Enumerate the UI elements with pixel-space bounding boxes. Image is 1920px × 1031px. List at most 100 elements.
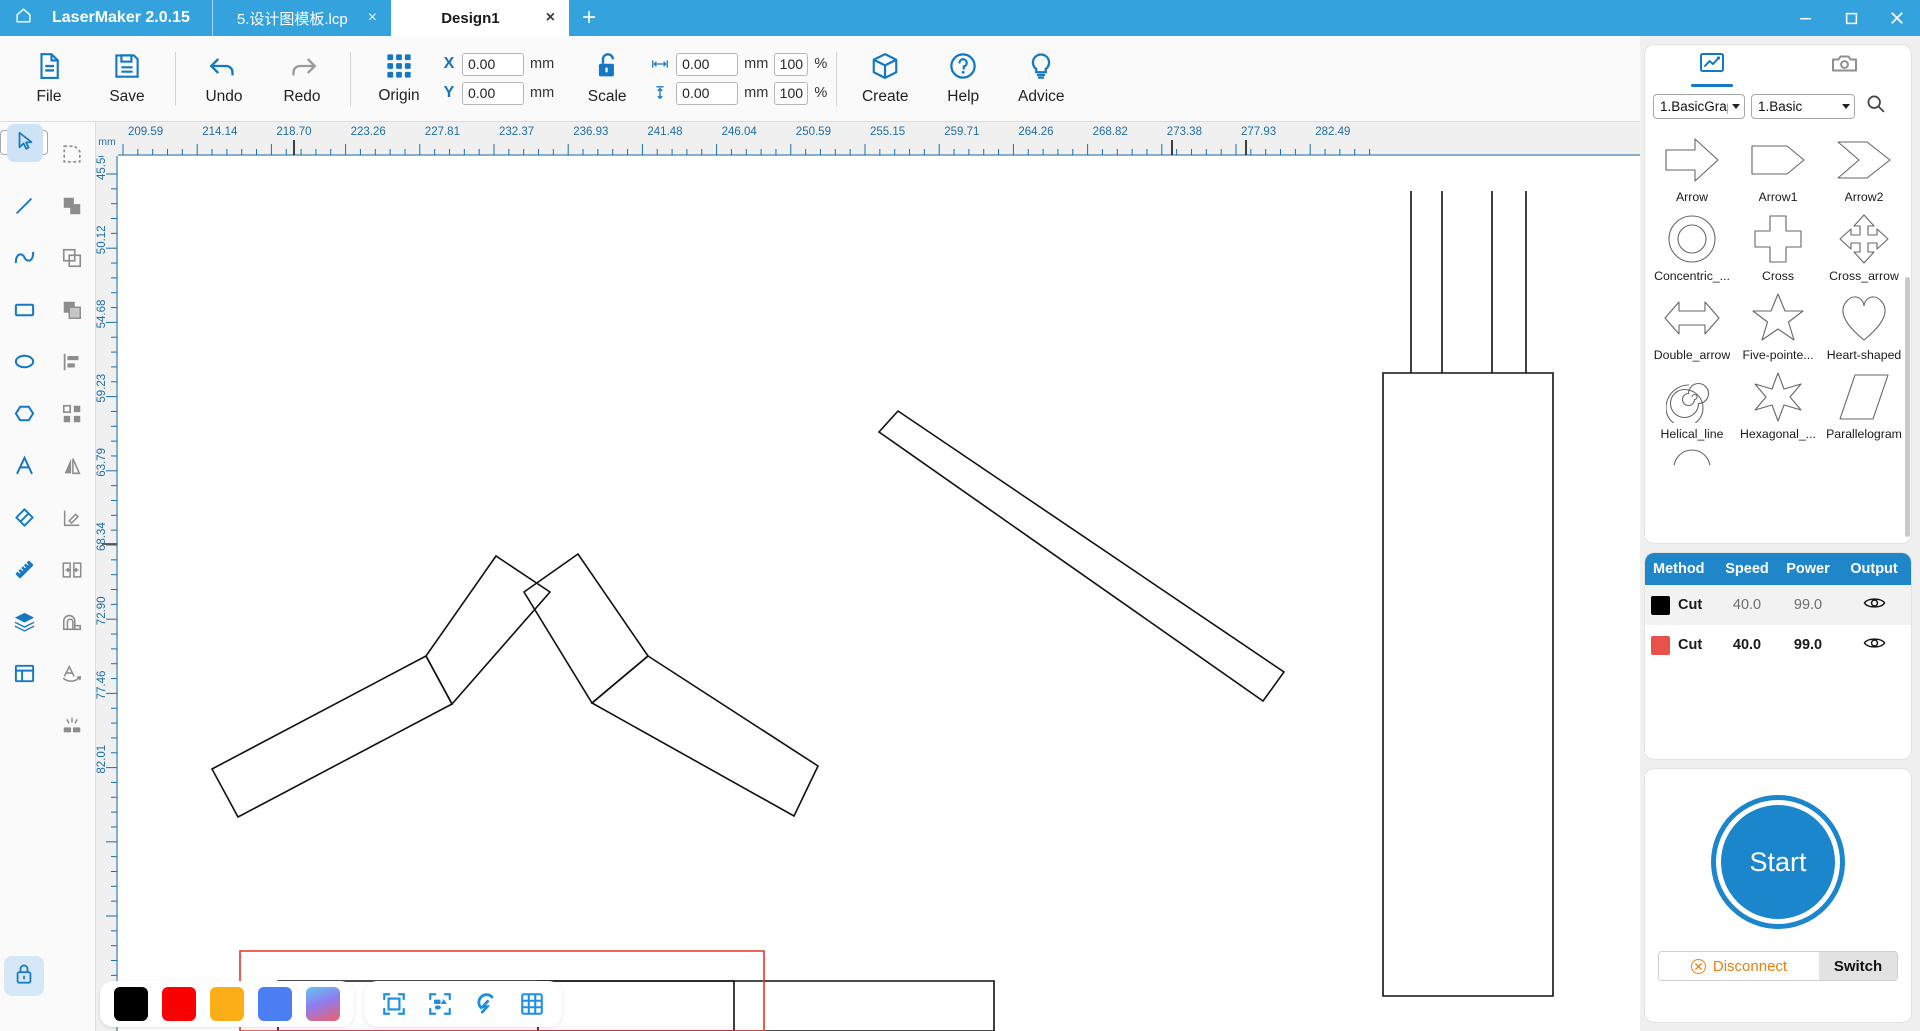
x-input[interactable]	[462, 52, 524, 76]
table-row[interactable]: Cut 40.0 99.0	[1645, 625, 1911, 665]
layer-color-swatch[interactable]	[1651, 595, 1670, 615]
horizontal-ruler[interactable]: 209.59 214.14 218.70 223.26 227.81 232.37 236.…	[118, 122, 1640, 156]
power-value[interactable]: 99.0	[1777, 637, 1839, 653]
magnet-snap-button[interactable]	[470, 988, 502, 1020]
swatch-black[interactable]	[114, 987, 148, 1021]
library-item[interactable]: Cross_arrow	[1821, 206, 1907, 285]
close-icon[interactable]: ×	[368, 10, 377, 26]
library-item[interactable]: Five-pointe...	[1735, 285, 1821, 364]
library-item[interactable]	[1735, 443, 1821, 467]
y-input[interactable]	[462, 81, 524, 105]
library-item[interactable]	[1821, 443, 1907, 467]
close-icon[interactable]: ×	[546, 10, 555, 26]
arrow-pentagon-icon	[1747, 131, 1809, 189]
polygon-tool[interactable]	[0, 390, 48, 442]
curve-tool[interactable]	[0, 234, 48, 286]
design-canvas[interactable]	[118, 156, 1640, 1031]
ruler-tool[interactable]	[0, 546, 48, 598]
library-item[interactable]: Hexagonal_...	[1735, 364, 1821, 443]
redo-button[interactable]: Redo	[263, 39, 341, 119]
node-edit-tool[interactable]	[48, 130, 96, 182]
text-path-tool[interactable]	[48, 650, 96, 702]
origin-button[interactable]: Origin	[360, 39, 438, 119]
library-item[interactable]: Heart-shaped	[1821, 285, 1907, 364]
close-button[interactable]	[1874, 0, 1920, 36]
select-tool[interactable]	[0, 123, 48, 162]
layers-tool[interactable]	[0, 598, 48, 650]
subcategory-select[interactable]: 1.Basic	[1751, 93, 1855, 119]
category-select[interactable]: 1.BasicGrap	[1653, 93, 1745, 119]
speed-value[interactable]: 40.0	[1717, 637, 1777, 653]
fit-width-tool[interactable]	[48, 546, 96, 598]
power-value[interactable]: 99.0	[1777, 597, 1839, 613]
library-item[interactable]: Cross	[1735, 206, 1821, 285]
speed-value[interactable]: 40.0	[1717, 597, 1777, 613]
swatch-blue[interactable]	[258, 987, 292, 1021]
distribute-tool[interactable]	[48, 390, 96, 442]
create-label: Create	[861, 88, 909, 105]
select-objects-button[interactable]	[424, 988, 456, 1020]
parallelogram-icon	[1833, 368, 1895, 426]
library-search-button[interactable]	[1865, 93, 1886, 119]
library-item[interactable]: Helical_line	[1649, 364, 1735, 443]
advice-button[interactable]: Advice	[1002, 39, 1080, 119]
svg-text:255.15: 255.15	[870, 126, 905, 138]
width-input[interactable]	[676, 52, 739, 76]
union-tool[interactable]	[48, 182, 96, 234]
swatch-amber[interactable]	[210, 987, 244, 1021]
library-item[interactable]	[1649, 443, 1735, 467]
width-percent-input[interactable]	[774, 52, 809, 76]
new-tab-button[interactable]: +	[569, 0, 609, 36]
swatch-red[interactable]	[162, 987, 196, 1021]
swatch-gradient[interactable]	[306, 987, 340, 1021]
library-item[interactable]: Concentric_...	[1649, 206, 1735, 285]
library-item[interactable]: Parallelogram	[1821, 364, 1907, 443]
vertical-ruler[interactable]: 45.56 50.12 54.68 59.23 63.79 68.34 72.90 77.46…	[96, 156, 118, 1031]
save-button[interactable]: Save	[88, 39, 166, 119]
home-button[interactable]	[0, 0, 46, 36]
column-method: Method	[1653, 561, 1705, 577]
table-row[interactable]: Cut 40.0 99.0	[1645, 585, 1911, 625]
library-item[interactable]: Arrow	[1649, 127, 1735, 206]
intersect-tool[interactable]	[48, 286, 96, 338]
help-button[interactable]: Help	[924, 39, 1002, 119]
line-tool[interactable]	[0, 182, 48, 234]
output-toggle[interactable]	[1839, 635, 1909, 656]
tab-shape-library[interactable]	[1645, 45, 1778, 91]
library-item[interactable]: Double_arrow	[1649, 285, 1735, 364]
grid-toggle-button[interactable]	[516, 988, 548, 1020]
weld-tool[interactable]	[48, 598, 96, 650]
rectangle-tool[interactable]	[0, 286, 48, 338]
library-scrollbar[interactable]	[1905, 277, 1910, 537]
subtract-tool[interactable]	[48, 234, 96, 286]
height-percent-input[interactable]	[774, 81, 809, 105]
text-tool[interactable]	[0, 442, 48, 494]
explode-tool[interactable]	[48, 702, 96, 754]
disconnect-button[interactable]: Disconnect	[1659, 952, 1819, 980]
file-button[interactable]: File	[10, 39, 88, 119]
switch-button[interactable]: Switch	[1819, 952, 1897, 980]
tab-design1[interactable]: Design1 ×	[391, 0, 570, 36]
create-button[interactable]: Create	[846, 39, 924, 119]
layout-tool[interactable]	[0, 650, 48, 702]
height-input[interactable]	[676, 81, 739, 105]
mirror-tool[interactable]	[48, 442, 96, 494]
ellipse-tool[interactable]	[0, 338, 48, 390]
canvas-lock-button[interactable]	[4, 956, 44, 996]
library-item[interactable]: Arrow2	[1821, 127, 1907, 206]
align-tool[interactable]	[48, 338, 96, 390]
library-scroll-area[interactable]: Arrow Arrow1 Arrow2 Concentric_... Cross…	[1645, 127, 1911, 543]
undo-button[interactable]: Undo	[185, 39, 263, 119]
scale-button[interactable]: Scale	[568, 39, 646, 119]
tab-design-template[interactable]: 5.设计图模板.lcp ×	[213, 0, 391, 36]
maximize-button[interactable]	[1828, 0, 1874, 36]
eraser-tool[interactable]	[0, 494, 48, 546]
layer-color-swatch[interactable]	[1651, 635, 1670, 655]
measure-offset-tool[interactable]	[48, 494, 96, 546]
output-toggle[interactable]	[1839, 595, 1909, 616]
minimize-button[interactable]	[1782, 0, 1828, 36]
library-item[interactable]: Arrow1	[1735, 127, 1821, 206]
tab-camera[interactable]	[1778, 45, 1911, 91]
frame-preview-button[interactable]	[378, 988, 410, 1020]
start-button[interactable]: Start	[1721, 805, 1835, 919]
